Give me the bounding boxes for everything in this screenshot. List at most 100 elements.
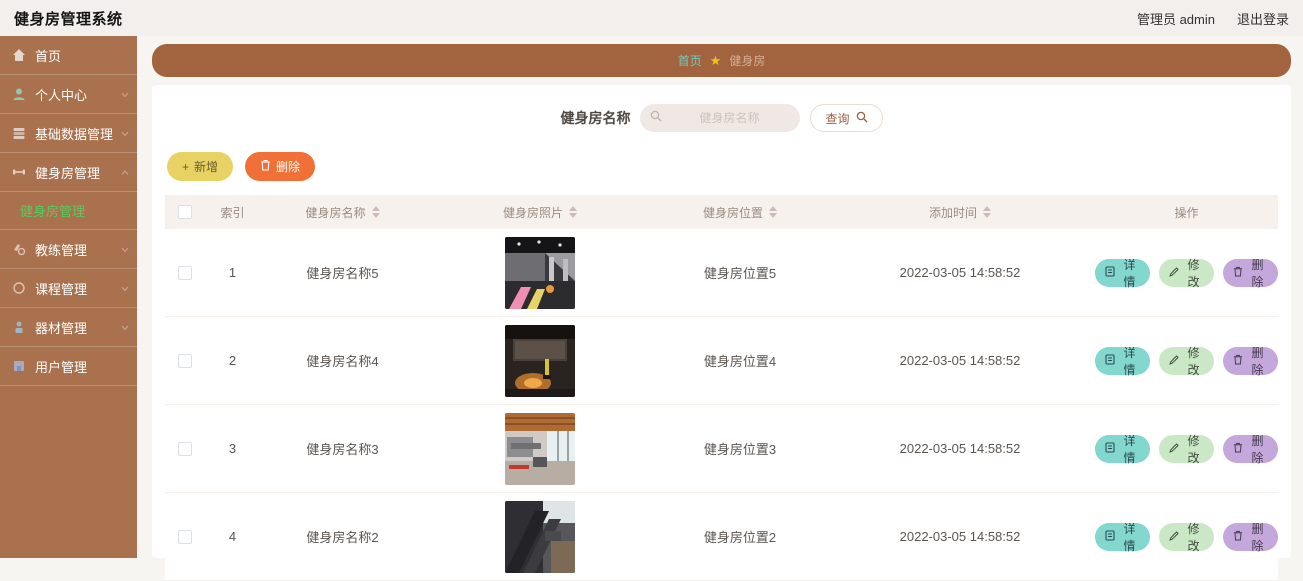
search-icon bbox=[650, 109, 662, 127]
top-header: 健身房管理系统 管理员 admin 退出登录 bbox=[0, 0, 1303, 36]
course-icon bbox=[12, 281, 26, 295]
gym-photo bbox=[505, 501, 575, 573]
edit-button[interactable]: 修改 bbox=[1159, 435, 1214, 463]
gym-icon bbox=[12, 165, 26, 179]
table-header-row: 索引 健身房名称 健身房照片 健身房位置 添加时间 操作 bbox=[165, 195, 1278, 229]
gym-photo bbox=[505, 237, 575, 309]
column-header-label: 健身房名称 bbox=[305, 204, 365, 221]
trash-icon bbox=[1233, 266, 1243, 280]
row-checkbox[interactable] bbox=[178, 442, 192, 456]
sidebar-item-personal-center[interactable]: 个人中心 bbox=[0, 75, 137, 114]
sort-icon[interactable] bbox=[569, 206, 577, 218]
remove-button[interactable]: 删除 bbox=[1223, 347, 1278, 375]
trash-icon bbox=[1233, 354, 1243, 368]
edit-button[interactable]: 修改 bbox=[1159, 259, 1214, 287]
chevron-down-icon bbox=[121, 320, 129, 335]
cell-index: 2 bbox=[205, 353, 260, 368]
edit-button-label: 修改 bbox=[1183, 432, 1204, 466]
cell-gym-location: 健身房位置5 bbox=[655, 263, 825, 282]
detail-button[interactable]: 详情 bbox=[1095, 347, 1150, 375]
add-button[interactable]: + 新增 bbox=[167, 152, 233, 181]
delete-button[interactable]: 删除 bbox=[245, 152, 315, 181]
remove-button[interactable]: 删除 bbox=[1223, 523, 1278, 551]
logout-link[interactable]: 退出登录 bbox=[1237, 9, 1289, 28]
search-icon bbox=[856, 111, 868, 126]
remove-button-label: 删除 bbox=[1247, 432, 1268, 466]
search-input[interactable] bbox=[640, 104, 800, 132]
sidebar-item-label: 健身房管理 bbox=[35, 163, 100, 182]
pencil-icon bbox=[1169, 266, 1179, 280]
main-content: 首页 ★ 健身房 健身房名称 查询 + 新增 bbox=[137, 36, 1303, 558]
row-checkbox[interactable] bbox=[178, 354, 192, 368]
breadcrumb-home-link[interactable]: 首页 bbox=[678, 52, 702, 69]
sort-icon[interactable] bbox=[983, 206, 991, 218]
cell-gym-location: 健身房位置4 bbox=[655, 351, 825, 370]
chevron-down-icon bbox=[121, 126, 129, 141]
query-button[interactable]: 查询 bbox=[810, 104, 882, 132]
chevron-down-icon bbox=[121, 87, 129, 102]
row-checkbox[interactable] bbox=[178, 266, 192, 280]
edit-button-label: 修改 bbox=[1183, 344, 1204, 378]
row-checkbox[interactable] bbox=[178, 530, 192, 544]
sidebar-item-equipment-management[interactable]: 器材管理 bbox=[0, 308, 137, 347]
sidebar-subitem-gym-management-active[interactable]: 健身房管理 bbox=[0, 192, 137, 230]
trash-icon bbox=[1233, 442, 1243, 456]
column-header-index: 索引 bbox=[205, 204, 260, 221]
sidebar-item-label: 用户管理 bbox=[35, 357, 87, 376]
app-title: 健身房管理系统 bbox=[14, 8, 123, 29]
edit-button-label: 修改 bbox=[1183, 256, 1204, 290]
edit-button[interactable]: 修改 bbox=[1159, 347, 1214, 375]
sidebar-item-coach-management[interactable]: 教练管理 bbox=[0, 230, 137, 269]
sort-icon[interactable] bbox=[372, 206, 380, 218]
chevron-up-icon bbox=[121, 165, 129, 180]
table-row: 4 健身房名称2 健身房位 bbox=[165, 493, 1278, 581]
chevron-down-icon bbox=[121, 242, 129, 257]
sidebar-item-gym-management[interactable]: 健身房管理 bbox=[0, 153, 137, 192]
column-header-ops: 操作 bbox=[1095, 204, 1278, 221]
trash-icon bbox=[260, 159, 271, 174]
home-icon bbox=[12, 48, 26, 62]
remove-button-label: 删除 bbox=[1247, 256, 1268, 290]
cell-gym-location: 健身房位置2 bbox=[655, 527, 825, 546]
sidebar-item-label: 器材管理 bbox=[35, 318, 87, 337]
users-icon bbox=[12, 359, 26, 373]
search-bar: 健身房名称 查询 bbox=[165, 101, 1278, 135]
sidebar-item-home[interactable]: 首页 bbox=[0, 36, 137, 75]
document-icon bbox=[1105, 530, 1115, 544]
plus-icon: + bbox=[182, 160, 189, 174]
document-icon bbox=[1105, 266, 1115, 280]
column-header-label: 健身房照片 bbox=[503, 204, 563, 221]
sidebar-item-base-data[interactable]: 基础数据管理 bbox=[0, 114, 137, 153]
pencil-icon bbox=[1169, 442, 1179, 456]
query-button-label: 查询 bbox=[825, 110, 849, 127]
gym-name-field[interactable] bbox=[668, 111, 790, 125]
table-row: 2 健身房名称4 bbox=[165, 317, 1278, 405]
detail-button[interactable]: 详情 bbox=[1095, 435, 1150, 463]
cell-gym-location: 健身房位置3 bbox=[655, 439, 825, 458]
sidebar-item-label: 首页 bbox=[35, 46, 61, 65]
detail-button[interactable]: 详情 bbox=[1095, 523, 1150, 551]
content-card: 健身房名称 查询 + 新增 bbox=[152, 85, 1291, 558]
gym-photo bbox=[505, 413, 575, 485]
column-header-photo[interactable]: 健身房照片 bbox=[425, 204, 655, 221]
trash-icon bbox=[1233, 530, 1243, 544]
remove-button[interactable]: 删除 bbox=[1223, 435, 1278, 463]
pencil-icon bbox=[1169, 530, 1179, 544]
column-header-name[interactable]: 健身房名称 bbox=[260, 204, 425, 221]
select-all-checkbox[interactable] bbox=[178, 205, 192, 219]
chevron-down-icon bbox=[121, 281, 129, 296]
sort-icon[interactable] bbox=[769, 206, 777, 218]
user-icon bbox=[12, 87, 26, 101]
column-header-location[interactable]: 健身房位置 bbox=[655, 204, 825, 221]
pencil-icon bbox=[1169, 354, 1179, 368]
sidebar-item-course-management[interactable]: 课程管理 bbox=[0, 269, 137, 308]
column-header-label: 健身房位置 bbox=[703, 204, 763, 221]
edit-button[interactable]: 修改 bbox=[1159, 523, 1214, 551]
coach-icon bbox=[12, 242, 26, 256]
remove-button-label: 删除 bbox=[1247, 344, 1268, 378]
column-header-time[interactable]: 添加时间 bbox=[825, 204, 1095, 221]
sidebar-item-user-management[interactable]: 用户管理 bbox=[0, 347, 137, 386]
detail-button[interactable]: 详情 bbox=[1095, 259, 1150, 287]
admin-user-label[interactable]: 管理员 admin bbox=[1137, 9, 1215, 28]
remove-button[interactable]: 删除 bbox=[1223, 259, 1278, 287]
